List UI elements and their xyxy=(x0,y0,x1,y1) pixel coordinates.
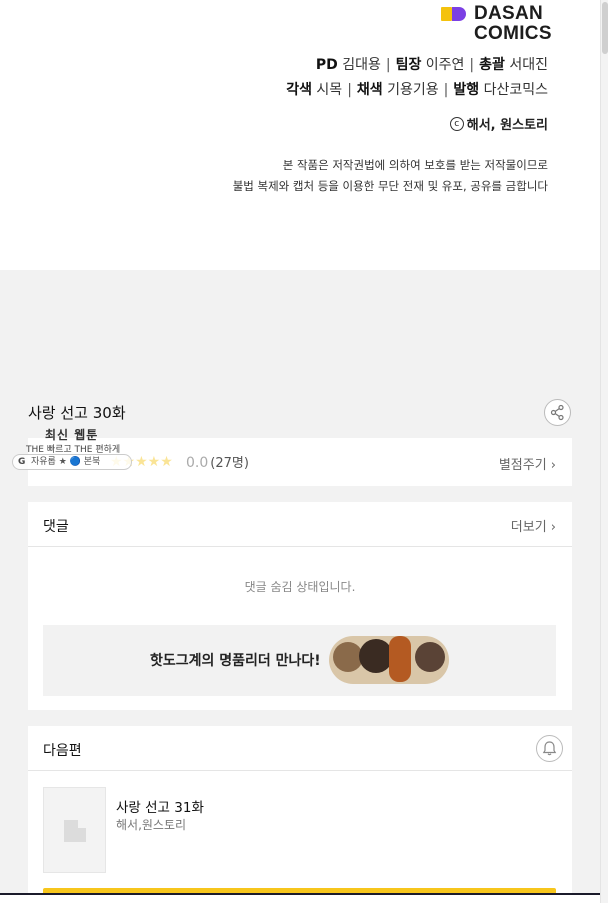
google-icon: G xyxy=(18,457,26,467)
notice-line-1: 본 작품은 저작권법에 의하여 보호를 받는 저작물이므로 xyxy=(282,158,548,172)
credits-section: DASAN COMICS PD 김대용 | 팀장 이주연 | 총괄 서대진 각색 시목 |… xyxy=(0,0,600,270)
logo-line-1: DASAN xyxy=(474,3,544,24)
scrollbar[interactable] xyxy=(600,0,608,903)
credit-name: 시목 xyxy=(316,82,343,98)
credit-role: 각색 xyxy=(286,82,312,98)
credit-name: 이주연 xyxy=(425,57,465,73)
comments-header: 댓글 더보기 › xyxy=(28,502,572,547)
credit-separator: | xyxy=(469,57,475,73)
comments-hidden-message: 댓글 숨김 상태입니다. xyxy=(244,580,356,594)
ad-overlay[interactable]: 최신 웹툰 THE 빠르고 THE 편하게 G 자유롭 ★ 🔵 본북 xyxy=(12,426,162,472)
ad-pill-text: 자유롭 ★ 🔵 본북 xyxy=(31,457,101,467)
credit-role: 팀장 xyxy=(395,57,422,73)
dasan-comics-logo: DASAN COMICS xyxy=(441,4,559,46)
next-episode-title[interactable]: 사랑 선고 31화 xyxy=(116,796,204,816)
scrollbar-thumb[interactable] xyxy=(602,2,608,54)
share-icon xyxy=(550,404,564,421)
copyright-icon: c xyxy=(449,116,464,131)
credit-role: 채색 xyxy=(356,82,383,98)
staff-credits: PD 김대용 | 팀장 이주연 | 총괄 서대진 각색 시목 | 채색 기용기용 | 발행 다산… xyxy=(286,53,548,103)
next-episode-card: 다음편 사랑 선고 31화 해서,원스토리 xyxy=(28,726,572,896)
share-button[interactable] xyxy=(544,399,571,426)
credit-name: 서대진 xyxy=(509,57,548,73)
comments-title: 댓글 xyxy=(43,519,69,535)
ad-pill[interactable]: G 자유롭 ★ 🔵 본북 xyxy=(12,454,132,470)
credit-name: 다산코믹스 xyxy=(483,82,548,98)
credits-row-2: 각색 시목 | 채색 기용기용 | 발행 다산코믹스 xyxy=(286,78,548,103)
bell-icon xyxy=(542,741,557,756)
next-header: 다음편 xyxy=(28,726,572,771)
bottom-edge xyxy=(0,893,600,903)
image-placeholder-icon xyxy=(64,820,86,842)
notice-line-2: 불법 복제와 캡처 등을 이용한 무단 전재 및 유포, 공유를 금합니다 xyxy=(232,179,548,193)
copyright-notice: 본 작품은 저작권법에 의하여 보호를 받는 저작물이므로 불법 복제와 캡처 … xyxy=(233,155,548,197)
promo-hotdog xyxy=(389,636,411,682)
credit-role: 발행 xyxy=(453,82,480,98)
copyright-line: c 해서, 원스토리 xyxy=(449,114,548,133)
promo-banner-text: 핫도그계의 명품리더 만나다! xyxy=(150,653,321,669)
rate-button[interactable]: 별점주기 › xyxy=(499,454,556,473)
logo-mark-icon xyxy=(441,7,467,21)
episode-title: 사랑 선고 30화 xyxy=(28,404,126,422)
credit-separator: | xyxy=(443,82,449,98)
copyright-text: 해서, 원스토리 xyxy=(466,118,548,133)
rating-value: 0.0 xyxy=(186,455,209,471)
ad-latest-label: 최신 웹툰 xyxy=(45,428,99,442)
next-episode-author: 해서,원스토리 xyxy=(116,818,187,832)
next-episode-thumbnail[interactable] xyxy=(43,787,106,873)
comments-more-link[interactable]: 더보기 › xyxy=(511,516,556,535)
promo-banner-image xyxy=(329,636,449,684)
credits-row-1: PD 김대용 | 팀장 이주연 | 총괄 서대진 xyxy=(286,53,548,78)
notification-button[interactable] xyxy=(536,735,563,762)
credit-separator: | xyxy=(385,57,391,73)
promo-person-3 xyxy=(415,642,445,672)
credit-separator: | xyxy=(347,82,352,98)
credit-role: PD xyxy=(315,57,338,73)
promo-person-2 xyxy=(359,639,393,673)
next-title: 다음편 xyxy=(43,743,82,759)
credit-name: 기용기용 xyxy=(387,82,439,98)
logo-line-2: COMICS xyxy=(474,23,552,44)
promo-banner[interactable]: 핫도그계의 명품리더 만나다! xyxy=(43,625,556,696)
rating-count: (27명) xyxy=(210,456,249,471)
credit-name: 김대용 xyxy=(342,57,381,73)
comments-card: 댓글 더보기 › 댓글 숨김 상태입니다. 핫도그계의 명품리더 만나다! xyxy=(28,502,572,710)
credit-role: 총괄 xyxy=(479,57,505,73)
